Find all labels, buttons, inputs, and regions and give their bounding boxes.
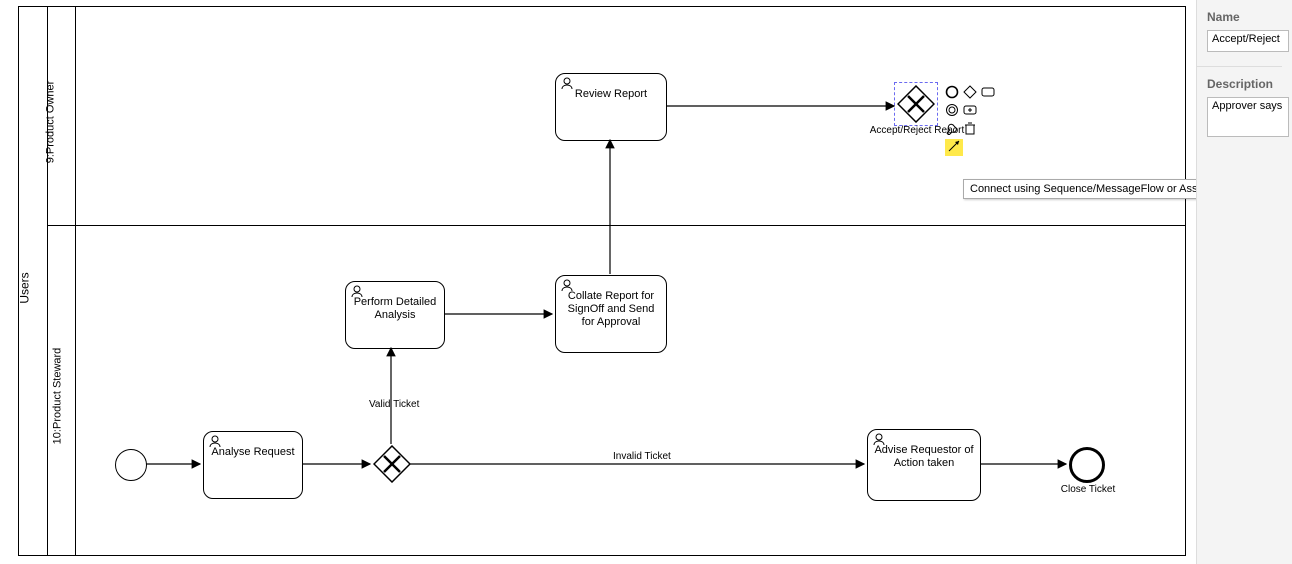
end-event-close-ticket[interactable]: Close Ticket: [1069, 447, 1105, 483]
lane-title-bar-owner: 9:Product Owner: [47, 7, 76, 225]
panel-name-value: Accept/Reject: [1212, 33, 1280, 45]
gateway-branch[interactable]: [373, 445, 411, 483]
connect-icon[interactable]: [945, 139, 963, 156]
lane-title-owner: 9:Product Owner: [44, 81, 56, 164]
panel-desc-value: Approver says: [1212, 100, 1282, 112]
wrench-icon[interactable]: [945, 121, 959, 135]
end-event-icon[interactable]: [945, 85, 959, 99]
user-icon: [560, 76, 574, 90]
gateway-shape: [897, 85, 935, 123]
lane-product-owner: 9:Product Owner Review Report Accept/Rej…: [47, 7, 1185, 226]
task-icon[interactable]: [981, 85, 995, 99]
task-label: Review Report: [562, 88, 660, 101]
panel-name-label: Name: [1207, 10, 1292, 24]
lane-title-steward: 10:Product Steward: [51, 348, 63, 445]
task-label: Advise Requestor of Action taken: [874, 444, 974, 470]
panel-divider: [1197, 66, 1282, 67]
pool-title: Users: [18, 272, 32, 303]
task-review-report[interactable]: Review Report: [555, 73, 667, 141]
lane-product-steward: 10:Product Steward Analyse Request: [47, 225, 1185, 555]
task-analyse-request[interactable]: Analyse Request: [203, 431, 303, 499]
user-icon: [350, 284, 364, 298]
context-toolbar: [945, 85, 995, 160]
lane-title-bar-steward: 10:Product Steward: [47, 225, 76, 555]
subprocess-icon[interactable]: [963, 103, 977, 117]
gateway-shape: [373, 445, 411, 483]
user-icon: [560, 278, 574, 292]
pool-users: Users 9:Product Owner Review Report: [18, 6, 1186, 556]
task-advise-requestor[interactable]: Advise Requestor of Action taken: [867, 429, 981, 501]
task-label: Analyse Request: [210, 446, 296, 459]
end-event-label: Close Ticket: [1048, 484, 1128, 495]
panel-desc-label: Description: [1207, 77, 1292, 91]
flow-label-invalid: Invalid Ticket: [613, 451, 671, 462]
properties-panel: Name Accept/Reject Description Approver …: [1196, 0, 1292, 564]
flow-label-valid: Valid Ticket: [369, 399, 419, 410]
task-collate-report[interactable]: Collate Report for SignOff and Send for …: [555, 275, 667, 353]
user-icon: [208, 434, 222, 448]
start-event[interactable]: [115, 449, 147, 481]
task-label: Perform Detailed Analysis: [352, 296, 438, 322]
panel-name-input[interactable]: Accept/Reject: [1207, 30, 1289, 52]
intermediate-event-icon[interactable]: [945, 103, 959, 117]
user-icon: [872, 432, 886, 446]
trash-icon[interactable]: [963, 121, 977, 135]
task-perform-detailed-analysis[interactable]: Perform Detailed Analysis: [345, 281, 445, 349]
panel-desc-input[interactable]: Approver says: [1207, 97, 1289, 137]
task-label: Collate Report for SignOff and Send for …: [562, 290, 660, 330]
gateway-accept-reject[interactable]: Accept/Reject Report: [897, 85, 935, 123]
gateway-icon[interactable]: [963, 85, 977, 99]
